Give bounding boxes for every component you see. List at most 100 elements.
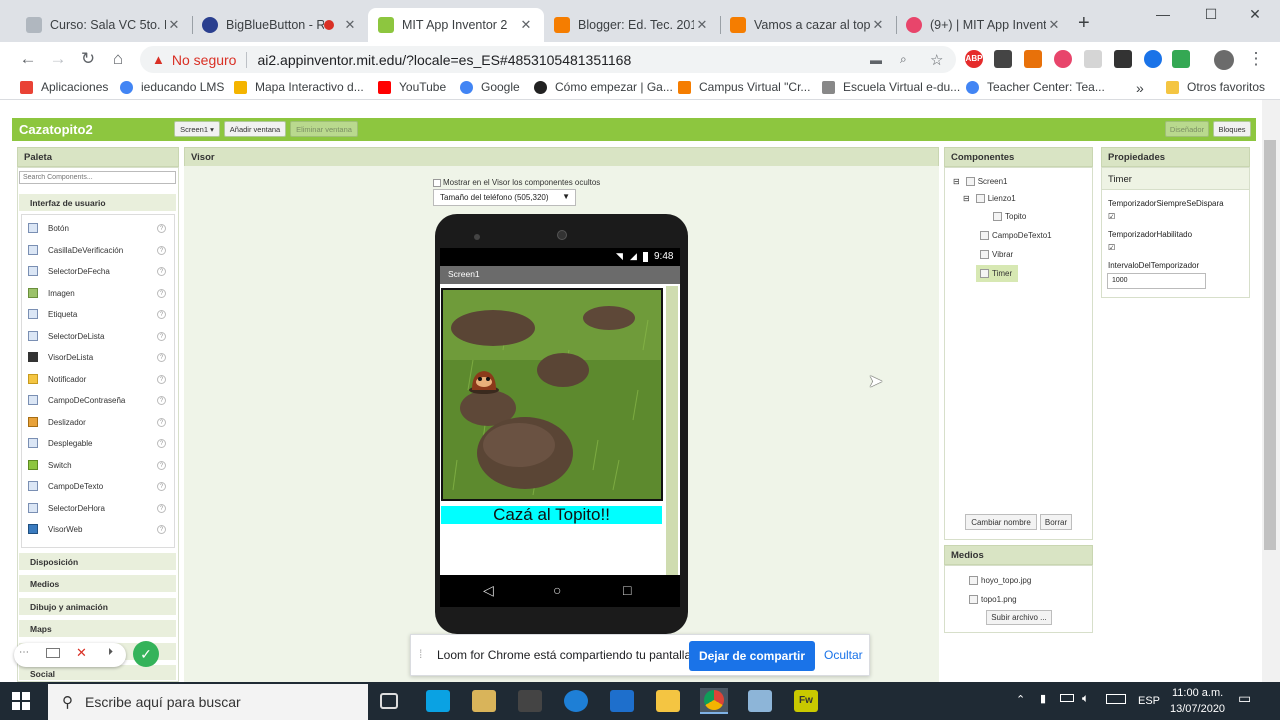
help-icon[interactable]: ?	[157, 375, 166, 384]
bookmark-item[interactable]: Google	[460, 80, 520, 94]
file-explorer-icon[interactable]	[656, 690, 680, 712]
notifications-icon[interactable]: ▭	[1238, 690, 1251, 707]
c-app-icon[interactable]	[426, 690, 450, 712]
tree-item-lienzo1[interactable]: ⊟ Lienzo1	[963, 194, 1016, 203]
media-file[interactable]: topo1.png	[969, 595, 1017, 604]
help-icon[interactable]: ?	[157, 224, 166, 233]
tab-app-inventor[interactable]: MIT App Inventor 2 ✕	[368, 8, 544, 42]
palette-item-listview[interactable]: VisorDeLista	[28, 350, 93, 364]
palette-item-image[interactable]: Imagen	[28, 286, 75, 300]
upload-file-button[interactable]: Subir archivo ...	[986, 610, 1052, 625]
tab-close-icon[interactable]: ✕	[166, 17, 182, 33]
category-user-interface[interactable]: Interfaz de usuario	[19, 193, 176, 211]
checkbox-icon[interactable]	[433, 178, 441, 187]
tray-chevron-icon[interactable]: ⌃	[1016, 693, 1025, 706]
volume-icon[interactable]: 🔈︎	[1082, 691, 1089, 706]
tree-item-timer[interactable]: Timer	[976, 265, 1018, 282]
palette-item-timepicker[interactable]: SelectorDeHora	[28, 501, 105, 515]
help-icon[interactable]: ?	[157, 439, 166, 448]
network-icon[interactable]: ▮	[1040, 692, 1046, 705]
fireworks-icon[interactable]: Fw	[794, 690, 818, 712]
palette-item-button[interactable]: Botón	[28, 221, 69, 235]
timer-interval-input[interactable]: 1000	[1107, 273, 1206, 289]
extension-icon[interactable]	[994, 50, 1012, 68]
category-maps[interactable]: Maps	[19, 619, 176, 637]
help-icon[interactable]: ?	[157, 504, 166, 513]
keyboard-icon[interactable]	[1106, 694, 1126, 704]
tab-mit-community[interactable]: (9+) | MIT App Invento ✕	[896, 8, 1072, 42]
palette-item-spinner[interactable]: Desplegable	[28, 436, 92, 450]
tab-close-icon[interactable]: ✕	[1046, 17, 1062, 33]
windows-start-icon[interactable]	[12, 692, 30, 710]
loom-cancel-icon[interactable]: ✕	[76, 645, 87, 661]
camera-icon[interactable]: ▬	[870, 53, 882, 67]
bookmarks-more-button[interactable]: »	[1136, 80, 1144, 96]
hide-button[interactable]: Ocultar	[824, 648, 863, 662]
edge-icon[interactable]	[564, 690, 588, 712]
collapse-icon[interactable]: ⊟	[953, 177, 960, 186]
tab-close-icon[interactable]: ✕	[342, 17, 358, 33]
help-icon[interactable]: ?	[157, 267, 166, 276]
canvas-lienzo1[interactable]	[441, 288, 663, 501]
bookmark-apps[interactable]: Aplicaciones	[20, 80, 108, 94]
url-text[interactable]: ai2.appinventor.mit.edu/?locale=es_ES#48…	[257, 52, 631, 68]
help-icon[interactable]: ?	[157, 310, 166, 319]
delete-button[interactable]: Borrar	[1040, 514, 1072, 530]
address-bar[interactable]: ▲ No seguro ai2.appinventor.mit.edu/?loc…	[140, 46, 956, 73]
minimize-icon[interactable]: —	[1140, 6, 1186, 22]
extension-icon[interactable]	[1144, 50, 1162, 68]
reload-icon[interactable]: ↻	[76, 48, 100, 70]
palette-item-checkbox[interactable]: CasillaDeVerificación	[28, 243, 123, 257]
store-icon[interactable]	[518, 690, 542, 712]
language-indicator[interactable]: ESP	[1138, 695, 1160, 707]
bookmark-item[interactable]: YouTube	[378, 80, 446, 94]
blocks-button[interactable]: Bloques	[1213, 121, 1251, 137]
help-icon[interactable]: ?	[157, 418, 166, 427]
palette-item-listpicker[interactable]: SelectorDeLista	[28, 329, 104, 343]
new-tab-button[interactable]: +	[1078, 12, 1090, 35]
tab-bigbluebutton[interactable]: BigBlueButton - Re ✕	[192, 8, 368, 42]
forward-icon[interactable]: →	[46, 48, 70, 70]
mole-topito-icon[interactable]	[468, 368, 500, 394]
avatar[interactable]	[1214, 50, 1234, 70]
collapse-icon[interactable]: ⊟	[963, 194, 970, 203]
timer-always-fires-checkbox[interactable]: ☑	[1108, 212, 1115, 221]
bookmark-item[interactable]: ieducando LMS	[120, 80, 224, 94]
help-icon[interactable]: ?	[157, 525, 166, 534]
adblock-icon[interactable]: ABP	[965, 50, 983, 68]
maximize-icon[interactable]: ☐	[1188, 6, 1234, 23]
drag-handle-icon[interactable]: ⁞	[419, 647, 422, 661]
palette-item-slider[interactable]: Deslizador	[28, 415, 86, 429]
tab-blogger[interactable]: Blogger: Ed. Tec. 2016/ ✕	[544, 8, 720, 42]
battery-tray-icon[interactable]	[1060, 694, 1074, 702]
help-icon[interactable]: ?	[157, 482, 166, 491]
menu-icon[interactable]: ⋮	[1244, 48, 1268, 70]
extension-icon[interactable]	[1024, 50, 1042, 68]
tab-close-icon[interactable]: ✕	[870, 17, 886, 33]
media-file[interactable]: hoyo_topo.jpg	[969, 576, 1031, 585]
help-icon[interactable]: ?	[157, 461, 166, 470]
category-media[interactable]: Medios	[19, 574, 176, 592]
timer-enabled-checkbox[interactable]: ☑	[1108, 243, 1115, 252]
palette-item-passwordtextbox[interactable]: CampoDeContraseña	[28, 393, 125, 407]
loom-pause-icon[interactable]: ⏵	[108, 647, 113, 658]
tree-item-topito[interactable]: Topito	[993, 212, 1026, 221]
mail-icon[interactable]	[610, 690, 634, 712]
back-icon[interactable]: ←	[16, 48, 40, 70]
help-icon[interactable]: ?	[157, 246, 166, 255]
bookmark-item[interactable]: Mapa Interactivo d...	[234, 80, 364, 94]
phone-size-dropdown[interactable]: Tamaño del teléfono (505,320) ▼	[433, 189, 576, 206]
tab-close-icon[interactable]: ✕	[694, 17, 710, 33]
drive-icon[interactable]	[1172, 50, 1190, 68]
bookmark-item[interactable]: Cómo empezar | Ga...	[534, 80, 673, 94]
extension-icon[interactable]	[1054, 50, 1072, 68]
add-screen-button[interactable]: Añadir ventana	[224, 121, 286, 137]
palette-item-textbox[interactable]: CampoDeTexto	[28, 479, 103, 493]
help-icon[interactable]: ?	[157, 332, 166, 341]
remove-screen-button[interactable]: Eliminar ventana	[290, 121, 358, 137]
stop-sharing-button[interactable]: Dejar de compartir	[689, 641, 815, 671]
clock-time[interactable]: 11:00 a.m.	[1172, 687, 1223, 699]
category-drawing-animation[interactable]: Dibujo y animación	[19, 597, 176, 615]
zip-app-icon[interactable]	[472, 690, 496, 712]
help-icon[interactable]: ?	[157, 289, 166, 298]
